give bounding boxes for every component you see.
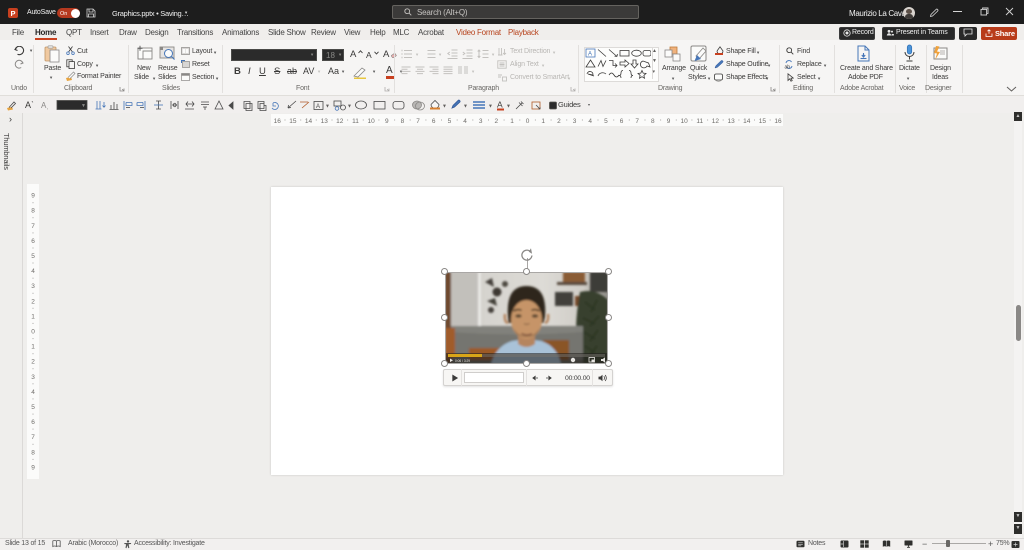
svg-text:10: 10 <box>680 118 688 125</box>
svg-text:7: 7 <box>635 118 639 125</box>
svg-text:7: 7 <box>416 118 420 125</box>
svg-text:A: A <box>588 52 592 58</box>
svg-text:▼: ▼ <box>488 104 493 110</box>
svg-text:8: 8 <box>401 118 405 125</box>
svg-text:2: 2 <box>557 118 561 125</box>
svg-text:5: 5 <box>31 253 35 260</box>
svg-text:1: 1 <box>541 118 545 125</box>
svg-text:12: 12 <box>336 118 344 125</box>
svg-text:P: P <box>10 9 15 18</box>
svg-text:3: 3 <box>479 118 483 125</box>
svg-text:1: 1 <box>31 344 35 351</box>
svg-text:11: 11 <box>352 118 359 125</box>
svg-text:0: 0 <box>526 118 530 125</box>
svg-text:1: 1 <box>31 313 35 320</box>
svg-text:4: 4 <box>31 389 35 396</box>
svg-text:ab: ab <box>785 65 791 70</box>
svg-text:16: 16 <box>274 118 282 125</box>
svg-text:4: 4 <box>31 268 35 275</box>
svg-text:▼: ▼ <box>442 104 447 110</box>
svg-text:6: 6 <box>620 118 624 125</box>
svg-text:Aˋ: Aˋ <box>25 100 34 110</box>
svg-text:10: 10 <box>367 118 375 125</box>
svg-text:3: 3 <box>31 374 35 381</box>
svg-text:6: 6 <box>432 118 436 125</box>
svg-text:5: 5 <box>604 118 608 125</box>
svg-text:14: 14 <box>305 118 313 125</box>
svg-text:9: 9 <box>385 118 389 125</box>
svg-text:Aˌ: Aˌ <box>41 101 49 110</box>
svg-text:A: A <box>497 100 503 110</box>
svg-text:5: 5 <box>31 404 35 411</box>
svg-text:9: 9 <box>667 118 671 125</box>
svg-text:▼: ▼ <box>347 104 352 110</box>
svg-text:4: 4 <box>588 118 592 125</box>
svg-text:▼: ▼ <box>81 103 86 109</box>
svg-text:1: 1 <box>510 118 514 125</box>
svg-text:▼: ▼ <box>506 104 511 110</box>
svg-text:0: 0 <box>31 329 35 336</box>
svg-text:▼: ▼ <box>325 104 330 110</box>
svg-text:7: 7 <box>31 434 35 441</box>
svg-text:4: 4 <box>463 118 467 125</box>
svg-text:2: 2 <box>494 118 498 125</box>
svg-text:8: 8 <box>31 449 35 456</box>
svg-text:▼: ▼ <box>463 104 468 110</box>
svg-text:13: 13 <box>321 118 329 125</box>
svg-text:14: 14 <box>743 118 751 125</box>
svg-text:3: 3 <box>31 283 35 290</box>
svg-text:12: 12 <box>712 118 720 125</box>
svg-text:3: 3 <box>573 118 577 125</box>
svg-text:16: 16 <box>774 118 782 125</box>
svg-text:9: 9 <box>31 193 35 200</box>
svg-text:6: 6 <box>31 419 35 426</box>
svg-text:13: 13 <box>727 118 735 125</box>
svg-text:5: 5 <box>448 118 452 125</box>
svg-text:15: 15 <box>289 118 297 125</box>
svg-text:8: 8 <box>31 208 35 215</box>
svg-text:2: 2 <box>31 359 35 366</box>
svg-text:7: 7 <box>31 223 35 230</box>
svg-text:8: 8 <box>651 118 655 125</box>
svg-text:15: 15 <box>759 118 767 125</box>
svg-text:A: A <box>316 104 320 110</box>
svg-text:2: 2 <box>31 298 35 305</box>
svg-text:11: 11 <box>696 118 703 125</box>
svg-text:6: 6 <box>31 238 35 245</box>
svg-text:9: 9 <box>31 464 35 471</box>
